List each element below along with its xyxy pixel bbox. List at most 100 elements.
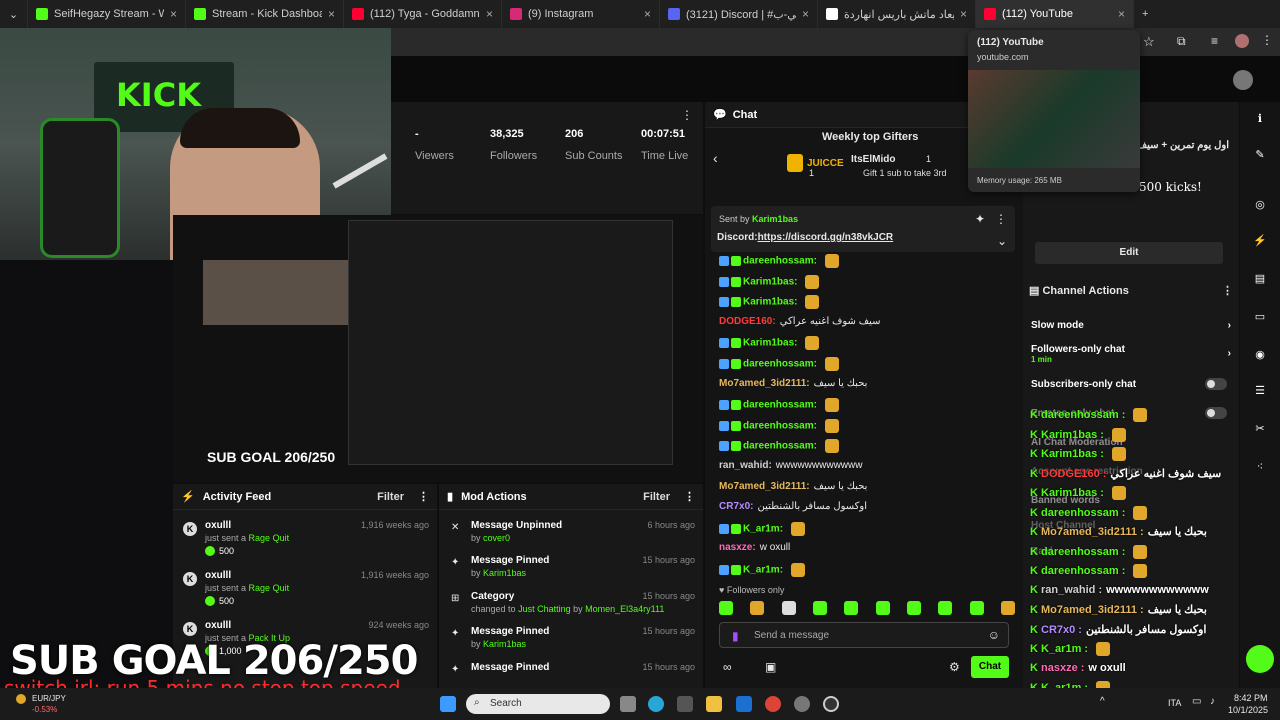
edge-icon[interactable] <box>648 696 664 712</box>
document-icon[interactable]: ▤ <box>1252 272 1268 288</box>
kick-points-icon[interactable]: ∞ <box>723 660 732 674</box>
chat-username[interactable]: Karim1bas: <box>743 276 797 287</box>
chrome-icon[interactable] <box>765 696 781 712</box>
emote-icon[interactable] <box>906 601 921 615</box>
pin-icon[interactable]: ✦ <box>975 212 985 226</box>
wrench-icon[interactable]: ✂ <box>1252 422 1268 438</box>
dots-icon[interactable]: ⁖ <box>1252 460 1268 476</box>
browser-tab[interactable]: Stream - Kick Dashboard× <box>186 0 344 28</box>
chat-username[interactable]: Mo7amed_3id2111: <box>719 481 810 492</box>
language-indicator[interactable]: ITA <box>1168 698 1181 708</box>
settings-icon[interactable] <box>794 696 810 712</box>
chat-username[interactable]: dareenhossam: <box>743 400 817 411</box>
chat-username[interactable]: dareenhossam: <box>743 441 817 452</box>
close-tab-icon[interactable]: × <box>322 7 335 21</box>
browser-tab[interactable]: (112) YouTube × <box>976 0 1134 28</box>
chat-username[interactable]: Karim1bas: <box>743 338 797 349</box>
store-icon[interactable] <box>677 696 693 712</box>
chat-username[interactable]: K_ar1m: <box>743 565 783 576</box>
browser-tab[interactable]: (9) Instagram × <box>502 0 660 28</box>
emote-icon[interactable] <box>969 601 984 615</box>
emote-icon[interactable] <box>812 601 827 615</box>
chevron-down-icon[interactable]: ⌄ <box>997 234 1007 248</box>
activity-menu-icon[interactable]: ⋮ <box>418 490 429 503</box>
bookmark-star-icon[interactable]: ☆ <box>1143 34 1155 50</box>
chat-username[interactable]: Mo7amed_3id2111: <box>719 378 810 389</box>
ticker-label[interactable]: EUR/JPY <box>32 694 66 703</box>
chat-username[interactable]: CR7x0: <box>719 501 753 512</box>
chat-send-button[interactable]: Chat <box>971 656 1009 678</box>
profile-avatar[interactable] <box>1235 34 1249 48</box>
task-view-icon[interactable] <box>620 696 636 712</box>
stats-menu-icon[interactable]: ⋮ <box>681 108 693 122</box>
emote-icon[interactable] <box>1000 601 1015 615</box>
lightning-icon[interactable]: ⚡ <box>1252 234 1268 250</box>
chat-input-box[interactable]: ▮ Send a message ☺ <box>719 622 1009 648</box>
chat-bubble-icon[interactable]: ▭ <box>1252 310 1268 326</box>
media-icon[interactable]: ≡ <box>1211 34 1218 48</box>
emote-icon[interactable] <box>781 601 796 615</box>
obs-icon[interactable] <box>823 696 839 712</box>
pinned-menu-icon[interactable]: ⋮ <box>995 212 1007 226</box>
close-tab-icon[interactable]: × <box>954 7 967 21</box>
subs-only-toggle[interactable] <box>1205 378 1227 390</box>
chat-username[interactable]: dareenhossam: <box>743 420 817 431</box>
new-tab-button[interactable]: + <box>1134 0 1156 28</box>
browser-tab[interactable]: (112) Tyga - Goddamn (Official× <box>344 0 502 28</box>
taskbar-search[interactable]: ⌕ Search <box>466 694 610 714</box>
channel-actions-menu-icon[interactable]: ⋮ <box>1222 284 1233 297</box>
chat-username[interactable]: nasxze: <box>719 542 756 553</box>
broadcast-icon[interactable]: ◉ <box>1252 348 1268 364</box>
chat-username[interactable]: dareenhossam: <box>743 359 817 370</box>
clock-date[interactable]: 10/1/2025 <box>1228 705 1268 715</box>
user-avatar[interactable] <box>1233 70 1253 90</box>
emote-icon[interactable] <box>844 601 859 615</box>
target-icon[interactable]: ◎ <box>1252 198 1268 214</box>
chat-username[interactable]: ran_wahid: <box>719 460 772 471</box>
chat-username[interactable]: dareenhossam: <box>743 256 817 267</box>
server-icon[interactable]: ☰ <box>1252 384 1268 400</box>
close-tab-icon[interactable]: × <box>796 7 809 21</box>
clock-time[interactable]: 8:42 PM <box>1234 693 1268 703</box>
emote-icon[interactable] <box>875 601 890 615</box>
mod-filter-button[interactable]: Filter <box>643 491 670 503</box>
pencil-icon[interactable]: ✎ <box>1252 148 1268 164</box>
browser-tab[interactable]: (3121) Discord | #ـكوميونتي-ب× <box>660 0 818 28</box>
close-tab-icon[interactable]: × <box>1112 7 1125 21</box>
windows-start-icon[interactable] <box>440 696 456 712</box>
followers-only-row[interactable]: Followers-only chat 1 min › <box>1031 344 1231 364</box>
browser-menu-icon[interactable]: ⋮ <box>1261 33 1273 47</box>
tray-chevron-icon[interactable]: ^ <box>1100 696 1105 707</box>
browser-tab[interactable]: ميعاد ماتش باريس انهاردة - Google× <box>818 0 976 28</box>
chat-float-button[interactable] <box>1246 645 1274 673</box>
gifters-back-button[interactable]: ‹ <box>713 150 718 166</box>
network-icon[interactable]: ▭ <box>1192 696 1201 707</box>
slow-mode-row[interactable]: Slow mode › <box>1031 320 1231 331</box>
subs-only-row[interactable]: Subscribers-only chat <box>1031 379 1231 390</box>
mod-menu-icon[interactable]: ⋮ <box>684 490 695 503</box>
mic-icon[interactable]: ▮ <box>732 629 739 643</box>
emote-icon[interactable] <box>750 601 765 615</box>
info-icon[interactable]: ℹ <box>1252 112 1268 128</box>
activity-filter-button[interactable]: Filter <box>377 491 404 503</box>
close-tab-icon[interactable]: × <box>638 7 651 21</box>
extensions-icon[interactable]: ⧉ <box>1177 34 1186 49</box>
emote-icon[interactable] <box>938 601 953 615</box>
close-tab-icon[interactable]: × <box>164 7 177 21</box>
chat-username[interactable]: Karim1bas: <box>743 297 797 308</box>
emote-icon[interactable] <box>719 601 733 615</box>
chat-settings-icon[interactable]: ⚙ <box>949 660 960 674</box>
close-tab-icon[interactable]: × <box>480 7 493 21</box>
chat-username[interactable]: K_ar1m: <box>743 523 783 534</box>
volume-icon[interactable]: ♪ <box>1210 696 1215 707</box>
chat-username[interactable]: DODGE160: <box>719 316 776 327</box>
file-explorer-icon[interactable] <box>706 696 722 712</box>
emoji-icon[interactable]: ☺ <box>988 628 1000 642</box>
edit-button[interactable]: Edit <box>1035 242 1223 264</box>
stream-preview[interactable]: SUB GOAL 206/250 <box>173 215 703 482</box>
tab-list-button[interactable]: ⌄ <box>0 0 28 28</box>
browser-tab[interactable]: SeifHegazy Stream - Watch Live× <box>28 0 186 28</box>
pinned-message[interactable]: Sent by Karim1bas Discord:https://discor… <box>711 206 1015 252</box>
outlook-icon[interactable] <box>736 696 752 712</box>
gift-icon[interactable]: ▣ <box>765 660 776 674</box>
